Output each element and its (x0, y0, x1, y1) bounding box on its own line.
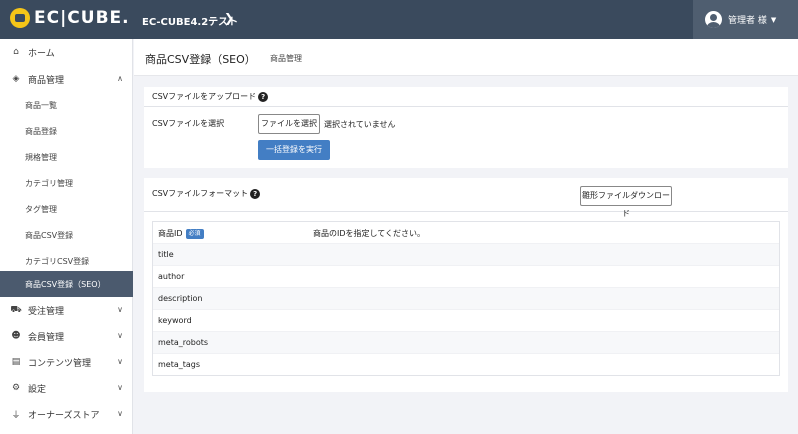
home-icon: ⌂ (13, 47, 19, 57)
caret-down-icon: ▼ (770, 15, 777, 24)
column-name: 商品ID 必須 (158, 228, 204, 239)
sidebar-item-label: 商品管理 (28, 75, 65, 86)
chevron-up-icon: ∧ (117, 74, 123, 83)
column-name: description (158, 294, 203, 303)
table-row: author (153, 266, 779, 288)
bulk-register-button[interactable]: 一括登録を実行 (258, 140, 330, 160)
cart-icon: ⛟ (10, 304, 22, 315)
sidebar-item-customers[interactable]: ☻ 会員管理 ∨ (0, 323, 133, 349)
file-field-label: CSVファイルを選択 (152, 119, 225, 128)
sidebar-subitem-label: 規格管理 (25, 152, 57, 162)
page-subtitle: 商品管理 (270, 54, 302, 63)
sidebar-subitem-product-register[interactable]: 商品登録 (0, 118, 133, 144)
sidebar-subitem-label: カテゴリCSV登録 (25, 256, 90, 266)
sidebar-subitem-product-list[interactable]: 商品一覧 (0, 92, 133, 118)
column-name: meta_robots (158, 338, 209, 347)
column-name-text: 商品ID (158, 229, 183, 238)
plug-icon: ⏚ (11, 410, 21, 421)
file-icon: ▤ (11, 357, 21, 367)
sidebar-item-home[interactable]: ⌂ ホーム (0, 39, 133, 65)
column-name: title (158, 250, 174, 259)
gear-icon: ⚙ (11, 383, 21, 393)
table-row: description (153, 288, 779, 310)
sidebar-item-label: オーナーズストア (28, 410, 100, 421)
sidebar-subitem-label: 商品一覧 (25, 100, 57, 110)
question-icon[interactable]: ? (250, 188, 261, 199)
table-row: 商品ID 必須 商品のIDを指定してください。 (153, 222, 779, 244)
sidebar-item-products[interactable]: ◈ 商品管理 ∧ (0, 66, 133, 92)
sidebar-item-label: 設定 (28, 384, 47, 395)
csv-upload-title: CSVファイルをアップロード (152, 92, 257, 101)
table-row: title (153, 244, 779, 266)
csv-upload-card: CSVファイルをアップロード ? CSVファイルを選択 ファイルを選択 選択され… (144, 87, 788, 168)
sidebar-item-label: コンテンツ管理 (28, 358, 92, 369)
logo[interactable]: EC|CUBE. (10, 8, 130, 28)
column-description: 商品のIDを指定してください。 (313, 229, 426, 238)
template-download-button[interactable]: 雛形ファイルダウンロード (580, 186, 672, 218)
column-name: meta_tags (158, 360, 201, 369)
sidebar-item-settings[interactable]: ⚙ 設定 ∨ (0, 375, 133, 401)
page-header: 商品CSV登録（SEO） 商品管理 (134, 39, 798, 76)
chevron-right-icon[interactable]: ❯ (224, 11, 234, 25)
file-status-text: 選択されていません (324, 120, 396, 129)
sidebar-item-label: ホーム (28, 48, 55, 59)
csv-format-title-wrap: CSVファイルフォーマット ? (152, 188, 261, 199)
chevron-down-icon: ∨ (117, 383, 123, 392)
column-name: keyword (158, 316, 192, 325)
chevron-down-icon: ∨ (117, 409, 123, 418)
sidebar-subitem-tag[interactable]: タグ管理 (0, 196, 133, 222)
sidebar-subitem-label: 商品CSV登録（SEO） (25, 279, 106, 289)
sidebar-item-orders[interactable]: ⛟ 受注管理 ∨ (0, 297, 133, 323)
user-menu[interactable]: 管理者 様 ▼ (693, 0, 798, 39)
chevron-down-icon: ∨ (117, 305, 123, 314)
page-title: 商品CSV登録（SEO） (145, 53, 256, 66)
sidebar-subitem-label: カテゴリ管理 (25, 178, 73, 188)
sidebar-item-label: 会員管理 (28, 332, 65, 343)
csv-format-table: 商品ID 必須 商品のIDを指定してください。 title author des… (152, 221, 780, 376)
sidebar-item-label: 受注管理 (28, 306, 65, 317)
user-name: 管理者 様 (728, 16, 767, 26)
table-row: meta_tags (153, 354, 779, 375)
sidebar-subitem-product-csv-seo[interactable]: 商品CSV登録（SEO） (0, 271, 133, 297)
file-select-button[interactable]: ファイルを選択 (258, 114, 320, 134)
sidebar-item-owners-store[interactable]: ⏚ オーナーズストア ∨ (0, 401, 133, 427)
csv-upload-header: CSVファイルをアップロード ? (144, 87, 788, 107)
sidebar-subitem-label: タグ管理 (25, 204, 57, 214)
column-name: author (158, 272, 185, 281)
logo-text: EC|CUBE. (34, 8, 130, 28)
sidebar-subitem-category[interactable]: カテゴリ管理 (0, 170, 133, 196)
sidebar-item-contents[interactable]: ▤ コンテンツ管理 ∨ (0, 349, 133, 375)
question-icon[interactable]: ? (258, 91, 269, 102)
chevron-down-icon: ∨ (117, 331, 123, 340)
logo-icon (10, 8, 30, 28)
chevron-down-icon: ∨ (117, 357, 123, 366)
csv-format-card: CSVファイルフォーマット ? 雛形ファイルダウンロード 商品ID 必須 商品の… (144, 178, 788, 392)
sidebar: ⌂ ホーム ◈ 商品管理 ∧ 商品一覧 商品登録 規格管理 カテゴリ管理 タグ管… (0, 39, 133, 434)
table-row: meta_robots (153, 332, 779, 354)
table-row: keyword (153, 310, 779, 332)
top-header: EC|CUBE. EC-CUBE4.2テスト ❯ 管理者 様 ▼ (0, 0, 798, 39)
sidebar-subitem-label: 商品登録 (25, 126, 57, 136)
sidebar-subitem-label: 商品CSV登録 (25, 230, 74, 240)
users-icon: ☻ (11, 331, 21, 341)
user-avatar-icon (705, 11, 722, 28)
required-badge: 必須 (185, 228, 204, 239)
csv-format-header: CSVファイルフォーマット ? 雛形ファイルダウンロード (144, 178, 788, 218)
sidebar-subitem-product-csv[interactable]: 商品CSV登録 (0, 222, 133, 248)
sidebar-subitem-class[interactable]: 規格管理 (0, 144, 133, 170)
csv-format-title: CSVファイルフォーマット (152, 189, 249, 198)
cube-icon: ◈ (12, 74, 20, 84)
